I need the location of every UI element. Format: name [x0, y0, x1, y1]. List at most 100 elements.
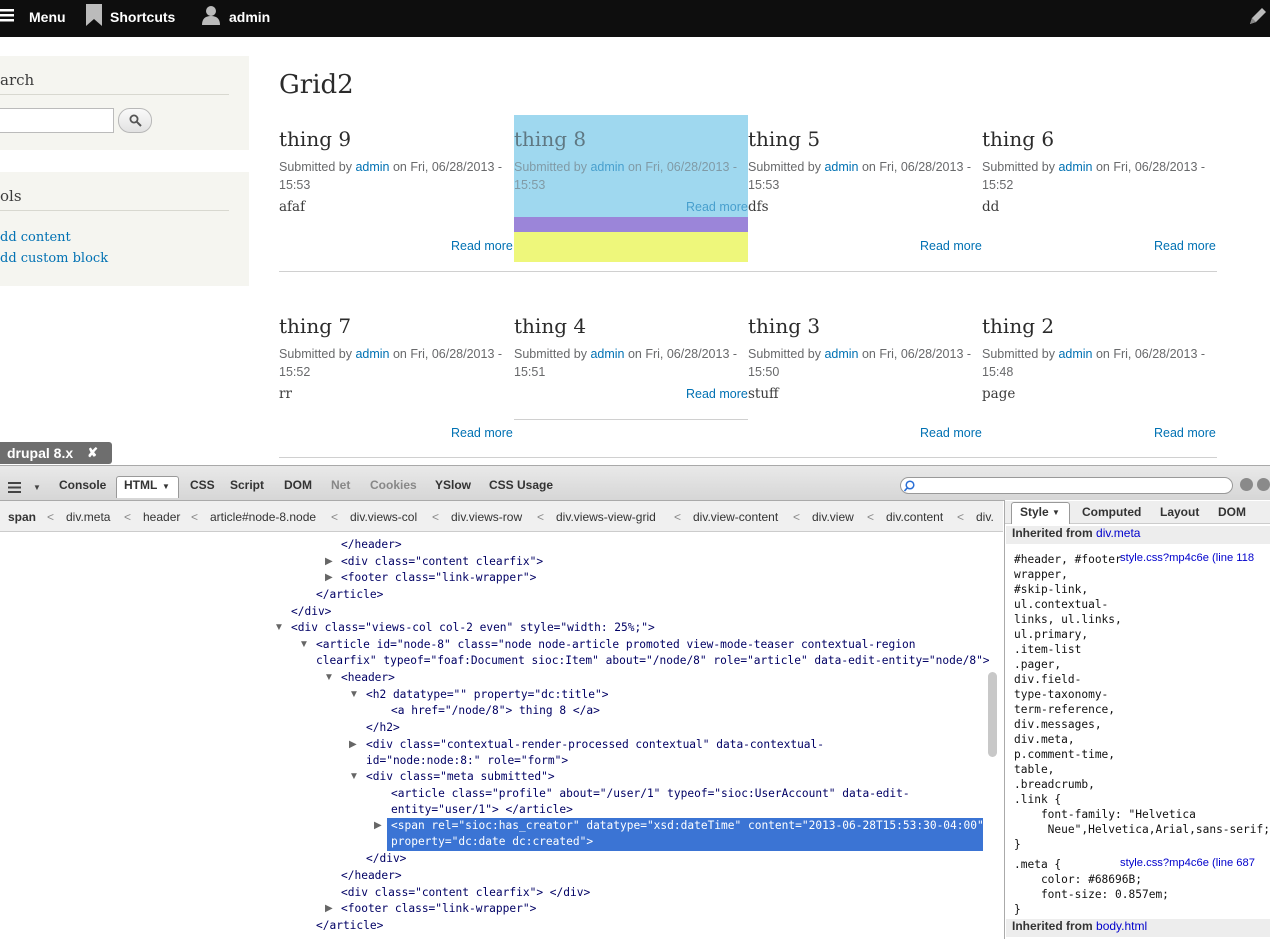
breadcrumb-item[interactable]: div.view-content [693, 510, 778, 524]
tab-css[interactable]: CSS [190, 478, 215, 492]
collapse-triangle-icon[interactable]: ▼ [299, 639, 309, 650]
author-link[interactable]: admin [824, 160, 858, 174]
breadcrumb-item[interactable]: span [8, 510, 36, 524]
close-icon[interactable]: ✘ [87, 445, 98, 461]
author-link[interactable]: admin [355, 347, 389, 361]
code-line[interactable]: </header> [341, 868, 402, 885]
chevron-down-icon[interactable]: ▼ [1052, 508, 1060, 517]
side-tab-style[interactable]: Style [1020, 505, 1049, 519]
inherited-target-link[interactable]: div.meta [1096, 526, 1140, 540]
code-line[interactable]: </div> [291, 604, 331, 621]
node-title[interactable]: thing 4 [514, 314, 586, 338]
collapse-triangle-icon[interactable]: ▼ [324, 672, 334, 683]
read-more-link[interactable]: Read more [1154, 426, 1216, 440]
code-line[interactable]: <header> [341, 670, 395, 687]
code-line[interactable]: entity="user/1"> </article> [391, 802, 573, 819]
search-input[interactable] [0, 108, 114, 133]
tab-dom[interactable]: DOM [284, 478, 312, 492]
code-line[interactable]: </div> [366, 851, 406, 868]
author-link[interactable]: admin [590, 160, 624, 174]
author-link[interactable]: admin [1058, 347, 1092, 361]
breadcrumb-item[interactable]: header [143, 510, 180, 524]
chevron-down-icon[interactable]: ▼ [33, 483, 41, 492]
expand-triangle-icon[interactable]: ▶ [325, 556, 333, 567]
collapse-triangle-icon[interactable]: ▼ [349, 771, 359, 782]
stylesheet-link[interactable]: style.css?mp4c6e (line 118 [1120, 552, 1254, 564]
code-line[interactable]: id="node:node:8:" role="form"> [366, 753, 568, 770]
node-title[interactable]: thing 7 [279, 314, 351, 338]
toolbar-menu[interactable]: Menu [0, 0, 66, 33]
code-line[interactable]: <div class="views-col col-2 even" style=… [291, 620, 655, 637]
breadcrumb-item[interactable]: article#node-8.node [210, 510, 316, 524]
collapse-triangle-icon[interactable]: ▼ [349, 689, 359, 700]
node-title[interactable]: thing 2 [982, 314, 1054, 338]
expand-triangle-icon[interactable]: ▶ [374, 820, 382, 831]
scrollbar-thumb[interactable] [988, 672, 997, 757]
pencil-icon[interactable] [1247, 7, 1267, 32]
expand-triangle-icon[interactable]: ▶ [325, 903, 333, 914]
code-line[interactable]: <div class="meta submitted"> [366, 769, 555, 786]
add-content-link[interactable]: dd content [0, 230, 71, 245]
breadcrumb-item[interactable]: div.content [886, 510, 943, 524]
minimize-icon[interactable] [1240, 478, 1253, 491]
breadcrumb-item[interactable]: div.views-col [350, 510, 417, 524]
node-title[interactable]: thing 6 [982, 127, 1054, 151]
tab-html[interactable]: HTML [124, 478, 157, 492]
code-line[interactable]: <footer class="link-wrapper"> [341, 901, 536, 918]
close-icon[interactable] [1257, 478, 1270, 491]
stylesheet-link[interactable]: style.css?mp4c6e (line 687 [1120, 857, 1255, 869]
code-line[interactable]: <div class="contextual-render-processed … [366, 737, 824, 754]
node-title[interactable]: thing 3 [748, 314, 820, 338]
selected-node[interactable]: <span rel="sioc:has_creator" datatype="x… [387, 818, 984, 851]
breadcrumb-item[interactable]: div. [976, 510, 1000, 524]
side-tab-dom[interactable]: DOM [1218, 505, 1246, 519]
tab-net[interactable]: Net [331, 478, 350, 492]
toolbar-shortcuts[interactable]: Shortcuts [86, 0, 175, 33]
expand-triangle-icon[interactable]: ▶ [349, 739, 357, 750]
code-line[interactable]: <div class="content clearfix"> [341, 554, 543, 571]
tab-console[interactable]: Console [59, 478, 106, 492]
tab-script[interactable]: Script [230, 478, 264, 492]
code-line[interactable]: <footer class="link-wrapper"> [341, 570, 536, 587]
toolbar-user[interactable]: admin [201, 0, 270, 33]
code-line[interactable]: </h2> [366, 720, 400, 737]
code-line[interactable]: <article class="profile" about="/user/1"… [391, 786, 910, 803]
collapse-triangle-icon[interactable]: ▼ [274, 622, 284, 633]
code-line[interactable]: </header> [341, 537, 402, 554]
breadcrumb-item[interactable]: div.meta [66, 510, 110, 524]
author-link[interactable]: admin [1058, 160, 1092, 174]
code-line[interactable]: <h2 datatype="" property="dc:title"> [366, 687, 608, 704]
expand-triangle-icon[interactable]: ▶ [325, 572, 333, 583]
breadcrumb-item[interactable]: div.views-row [451, 510, 522, 524]
code-line[interactable]: <a href="/node/8"> thing 8 </a> [391, 703, 600, 720]
tab-yslow[interactable]: YSlow [435, 478, 471, 492]
author-link[interactable]: admin [824, 347, 858, 361]
node-title[interactable]: thing 8 [514, 127, 586, 151]
code-line[interactable]: <article id="node-8" class="node node-ar… [316, 637, 915, 654]
breadcrumb-item[interactable]: div.views-view-grid [556, 510, 656, 524]
code-line[interactable]: </article> [316, 587, 383, 604]
chevron-down-icon[interactable]: ▼ [162, 482, 170, 491]
inherited-target-link[interactable]: body.html [1096, 919, 1147, 933]
firebug-search-input[interactable] [900, 477, 1233, 494]
read-more-link[interactable]: Read more [1154, 239, 1216, 253]
node-title[interactable]: thing 9 [279, 127, 351, 151]
code-line[interactable]: clearfix" typeof="foaf:Document sioc:Ite… [316, 653, 990, 670]
read-more-link[interactable]: Read more [451, 426, 513, 440]
tab-cookies[interactable]: Cookies [370, 478, 417, 492]
read-more-link[interactable]: Read more [920, 426, 982, 440]
code-line[interactable]: </article> [316, 918, 383, 935]
breadcrumb-item[interactable]: div.view [812, 510, 854, 524]
side-tab-layout[interactable]: Layout [1160, 505, 1199, 519]
read-more-link[interactable]: Read more [920, 239, 982, 253]
tab-css-usage[interactable]: CSS Usage [489, 478, 553, 492]
read-more-link[interactable]: Read more [686, 200, 748, 214]
author-link[interactable]: admin [590, 347, 624, 361]
side-tab-computed[interactable]: Computed [1082, 505, 1141, 519]
code-line[interactable]: <div class="content clearfix"> </div> [341, 885, 590, 902]
author-link[interactable]: admin [355, 160, 389, 174]
read-more-link[interactable]: Read more [686, 387, 748, 401]
search-button[interactable] [118, 108, 152, 133]
add-custom-block-link[interactable]: dd custom block [0, 251, 108, 266]
node-title[interactable]: thing 5 [748, 127, 820, 151]
